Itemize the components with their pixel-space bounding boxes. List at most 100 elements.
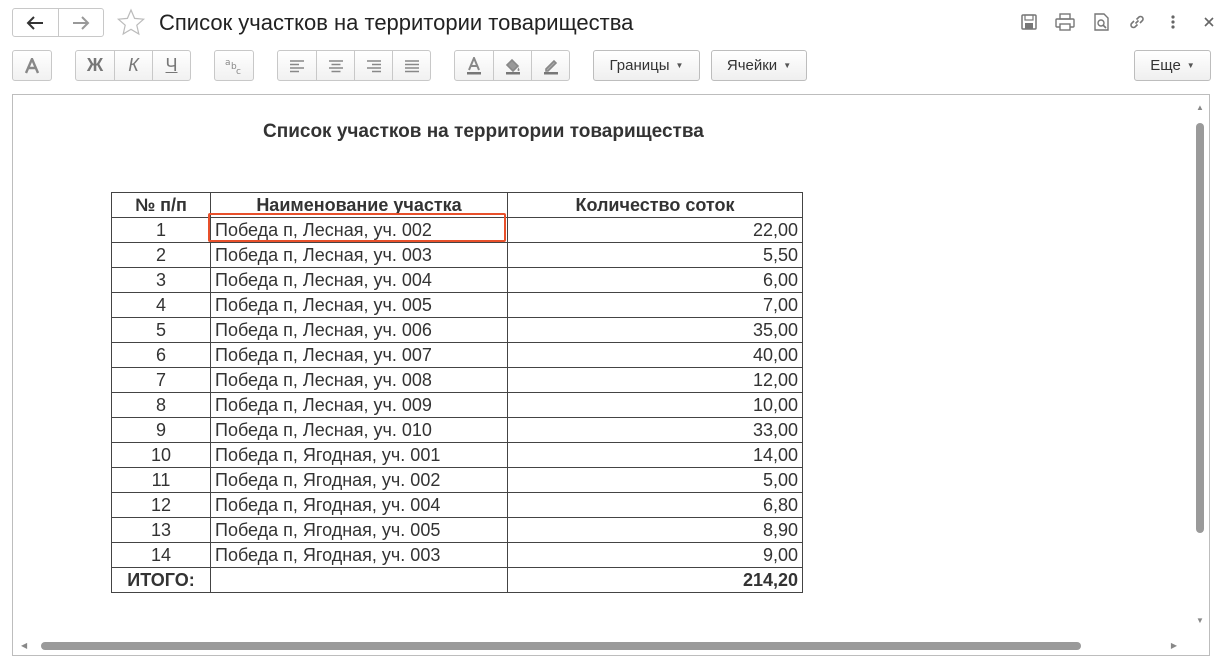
font-icon (24, 57, 40, 73)
favorite-star-icon[interactable] (116, 8, 146, 42)
plot-name-cell[interactable]: Победа п, Ягодная, уч. 004 (210, 492, 508, 518)
horizontal-scrollbar-thumb[interactable] (41, 642, 1081, 650)
row-number-cell[interactable]: 6 (111, 342, 211, 368)
spreadsheet-document[interactable]: Список участков на территории товарищест… (12, 94, 1210, 656)
table-row: 9 Победа п, Лесная, уч. 010 33,00 (111, 417, 803, 443)
plot-name-cell[interactable]: Победа п, Ягодная, уч. 005 (210, 517, 508, 543)
plot-name-cell[interactable]: Победа п, Ягодная, уч. 003 (210, 542, 508, 568)
plot-area-cell[interactable]: 35,00 (507, 317, 803, 343)
table-row: 4 Победа п, Лесная, уч. 005 7,00 (111, 292, 803, 318)
border-color-button[interactable] (531, 51, 569, 80)
plot-name-cell[interactable]: Победа п, Лесная, уч. 002 (210, 217, 508, 243)
scroll-right-icon[interactable]: ▶ (1171, 641, 1177, 650)
row-number-cell[interactable]: 1 (111, 217, 211, 243)
row-number-cell[interactable]: 13 (111, 517, 211, 543)
plot-name-cell[interactable]: Победа п, Ягодная, уч. 002 (210, 467, 508, 493)
cells-label: Ячейки (726, 57, 778, 74)
align-right-icon (366, 59, 381, 72)
row-number-cell[interactable]: 5 (111, 317, 211, 343)
plot-name-cell[interactable]: Победа п, Лесная, уч. 008 (210, 367, 508, 393)
horizontal-scrollbar[interactable]: ◀ ▶ (19, 639, 1179, 651)
row-number-cell[interactable]: 8 (111, 392, 211, 418)
save-icon[interactable] (1017, 10, 1041, 34)
row-number-cell[interactable]: 9 (111, 417, 211, 443)
row-number-cell[interactable]: 3 (111, 267, 211, 293)
text-color-button[interactable] (455, 51, 493, 80)
vertical-scrollbar-thumb[interactable] (1196, 123, 1204, 533)
row-number-cell[interactable]: 14 (111, 542, 211, 568)
align-center-button[interactable] (316, 51, 354, 80)
underline-button[interactable]: Ч (152, 51, 190, 80)
plot-name-cell[interactable]: Победа п, Лесная, уч. 007 (210, 342, 508, 368)
plot-name-cell[interactable]: Победа п, Лесная, уч. 009 (210, 392, 508, 418)
total-empty-cell[interactable] (210, 567, 508, 593)
row-number-cell[interactable]: 11 (111, 467, 211, 493)
cells-dropdown[interactable]: Ячейки ▼ (711, 50, 807, 81)
total-label[interactable]: ИТОГО: (111, 567, 211, 593)
plot-area-cell[interactable]: 5,50 (507, 242, 803, 268)
bold-button[interactable]: Ж (76, 51, 114, 80)
plot-name-cell[interactable]: Победа п, Лесная, уч. 003 (210, 242, 508, 268)
row-number-cell[interactable]: 2 (111, 242, 211, 268)
plot-area-cell[interactable]: 6,00 (507, 267, 803, 293)
forward-button[interactable] (57, 9, 104, 36)
spelling-button[interactable]: abc (215, 51, 253, 80)
link-icon[interactable] (1125, 10, 1149, 34)
back-button[interactable] (13, 9, 58, 36)
font-button[interactable] (13, 51, 51, 80)
italic-button[interactable]: К (114, 51, 152, 80)
plot-name-cell[interactable]: Победа п, Лесная, уч. 004 (210, 267, 508, 293)
plot-area-cell[interactable]: 22,00 (507, 217, 803, 243)
align-left-icon (290, 59, 304, 72)
table-row: 7 Победа п, Лесная, уч. 008 12,00 (111, 367, 803, 393)
plot-name-cell[interactable]: Победа п, Лесная, уч. 005 (210, 292, 508, 318)
table-row: 10 Победа п, Ягодная, уч. 001 14,00 (111, 442, 803, 468)
plot-area-cell[interactable]: 8,90 (507, 517, 803, 543)
document-title: Список участков на территории товарищест… (263, 121, 704, 142)
borders-dropdown[interactable]: Границы ▼ (593, 50, 700, 81)
vertical-scrollbar[interactable]: ▲ ▼ (1195, 101, 1205, 625)
plot-area-cell[interactable]: 10,00 (507, 392, 803, 418)
total-value[interactable]: 214,20 (507, 567, 803, 593)
plot-name-cell[interactable]: Победа п, Лесная, уч. 006 (210, 317, 508, 343)
table-row: 1 Победа п, Лесная, уч. 002 22,00 (111, 217, 803, 243)
spelling-icon: abc (225, 58, 241, 76)
scroll-left-icon[interactable]: ◀ (21, 641, 27, 650)
row-number-cell[interactable]: 4 (111, 292, 211, 318)
more-vertical-icon[interactable] (1161, 10, 1185, 34)
window-title: Список участков на территории товарищест… (159, 10, 634, 35)
align-right-button[interactable] (354, 51, 392, 80)
row-number-cell[interactable]: 10 (111, 442, 211, 468)
fill-color-button[interactable] (493, 51, 531, 80)
plot-area-cell[interactable]: 6,80 (507, 492, 803, 518)
align-left-button[interactable] (278, 51, 316, 80)
column-header-area[interactable]: Количество соток (507, 192, 803, 218)
row-number-cell[interactable]: 12 (111, 492, 211, 518)
more-label: Еще (1150, 57, 1181, 74)
plot-area-cell[interactable]: 14,00 (507, 442, 803, 468)
align-justify-button[interactable] (392, 51, 430, 80)
print-icon[interactable] (1053, 10, 1077, 34)
scroll-up-icon[interactable]: ▲ (1196, 103, 1204, 112)
plot-area-cell[interactable]: 12,00 (507, 367, 803, 393)
scroll-down-icon[interactable]: ▼ (1196, 616, 1204, 625)
bold-label: Ж (86, 55, 104, 75)
column-header-name[interactable]: Наименование участка (210, 192, 508, 218)
plot-area-cell[interactable]: 7,00 (507, 292, 803, 318)
plot-name-cell[interactable]: Победа п, Лесная, уч. 010 (210, 417, 508, 443)
plot-name-cell[interactable]: Победа п, Ягодная, уч. 001 (210, 442, 508, 468)
table-row: 8 Победа п, Лесная, уч. 009 10,00 (111, 392, 803, 418)
column-header-number[interactable]: № п/п (111, 192, 211, 218)
row-number-cell[interactable]: 7 (111, 367, 211, 393)
chevron-down-icon: ▼ (675, 61, 684, 70)
total-row: ИТОГО: 214,20 (111, 567, 803, 593)
plot-area-cell[interactable]: 33,00 (507, 417, 803, 443)
plot-area-cell[interactable]: 9,00 (507, 542, 803, 568)
borders-label: Границы (609, 57, 670, 74)
preview-icon[interactable] (1089, 10, 1113, 34)
plot-area-cell[interactable]: 5,00 (507, 467, 803, 493)
svg-text:a: a (225, 58, 231, 68)
plot-area-cell[interactable]: 40,00 (507, 342, 803, 368)
more-dropdown[interactable]: Еще ▼ (1134, 50, 1211, 81)
close-icon[interactable] (1197, 10, 1221, 34)
